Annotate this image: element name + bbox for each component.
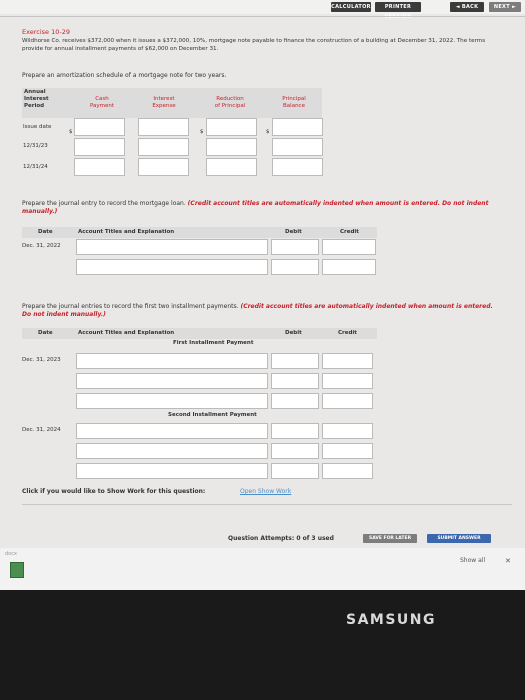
next-button[interactable]: NEXT ► (489, 2, 521, 12)
row-label-issue-date: Issue date (23, 124, 52, 130)
currency-symbol: $ (69, 129, 73, 135)
back-button[interactable]: ◄ BACK (450, 2, 484, 12)
journal2-debit-input-5[interactable] (271, 443, 319, 459)
journal1-header-date: Date (38, 229, 53, 235)
header-reduction-principal: Reduction of Principal (214, 96, 246, 109)
journal1-account-input-1[interactable] (76, 239, 268, 255)
row-label-2024: 12/31/24 (23, 164, 48, 170)
save-for-later-button[interactable]: SAVE FOR LATER (363, 534, 417, 543)
exercise-title: Exercise 10-29 (22, 28, 71, 36)
journal1-debit-input-1[interactable] (271, 239, 319, 255)
journal1-instruction-block: Prepare the journal entry to record the … (22, 200, 502, 216)
header-cash-payment: Cash Payment (89, 96, 115, 109)
submit-answer-button[interactable]: SUBMIT ANSWER (427, 534, 491, 543)
journal2-debit-input-6[interactable] (271, 463, 319, 479)
header-annual-interest-period: Annual Interest Period (24, 89, 49, 109)
close-icon[interactable]: ✕ (505, 557, 511, 565)
journal2-date-2023: Dec. 31, 2023 (22, 357, 61, 363)
calculator-button[interactable]: CALCULATOR (331, 2, 371, 12)
exercise-description: Wildhorse Co. receives $372,000 when it … (22, 38, 486, 52)
journal2-debit-input-3[interactable] (271, 393, 319, 409)
journal1-debit-input-2[interactable] (271, 259, 319, 275)
row-label-2023: 12/31/23 (23, 143, 48, 149)
journal1-header-account: Account Titles and Explanation (78, 229, 175, 235)
downloads-bar: docx Show all ✕ (0, 548, 525, 590)
reduction-input-2024[interactable] (206, 158, 257, 176)
interest-expense-input-2023[interactable] (138, 138, 189, 156)
journal2-debit-input-1[interactable] (271, 353, 319, 369)
header-interest-expense: Interest Expense (152, 96, 176, 109)
browser-screen: CALCULATOR PRINTER VERSION ◄ BACK NEXT ►… (0, 0, 525, 590)
journal2-header-date: Date (38, 330, 53, 336)
device-brand-logo: SAMSUNG (346, 612, 437, 628)
interest-expense-input-2024[interactable] (138, 158, 189, 176)
printer-version-button[interactable]: PRINTER VERSION (375, 2, 421, 20)
journal2-header (22, 328, 377, 339)
divider (22, 504, 512, 505)
journal2-debit-input-2[interactable] (271, 373, 319, 389)
journal1-credit-input-1[interactable] (322, 239, 376, 255)
journal2-header-credit: Credit (338, 330, 357, 336)
file-icon[interactable] (10, 562, 24, 578)
currency-symbol: $ (200, 129, 204, 135)
divider (0, 16, 525, 17)
cash-payment-input-issue[interactable] (74, 118, 125, 136)
top-toolbar: CALCULATOR PRINTER VERSION ◄ BACK NEXT ► (0, 0, 525, 20)
show-all-link[interactable]: Show all (460, 557, 485, 564)
journal2-account-input-4[interactable] (76, 423, 268, 439)
principal-balance-input-2024[interactable] (272, 158, 323, 176)
reduction-input-issue[interactable] (206, 118, 257, 136)
journal2-account-input-3[interactable] (76, 393, 268, 409)
cash-payment-input-2023[interactable] (74, 138, 125, 156)
journal2-header-account: Account Titles and Explanation (78, 330, 175, 336)
journal2-header-debit: Debit (285, 330, 302, 336)
header-principal-balance: Principal Balance (282, 96, 306, 109)
principal-balance-input-2023[interactable] (272, 138, 323, 156)
journal1-instruction: Prepare the journal entry to record the … (22, 200, 186, 207)
interest-expense-input-issue[interactable] (138, 118, 189, 136)
question-attempts: Question Attempts: 0 of 3 used (228, 535, 334, 542)
journal2-credit-input-6[interactable] (322, 463, 373, 479)
journal2-account-input-2[interactable] (76, 373, 268, 389)
journal2-credit-input-2[interactable] (322, 373, 373, 389)
currency-symbol: $ (266, 129, 270, 135)
open-show-work-link[interactable]: Open Show Work (240, 488, 291, 495)
journal1-credit-input-2[interactable] (322, 259, 376, 275)
journal2-credit-input-5[interactable] (322, 443, 373, 459)
journal1-account-input-2[interactable] (76, 259, 268, 275)
journal2-credit-input-4[interactable] (322, 423, 373, 439)
journal2-account-input-6[interactable] (76, 463, 268, 479)
principal-balance-input-issue[interactable] (272, 118, 323, 136)
journal2-instruction: Prepare the journal entries to record th… (22, 303, 239, 310)
journal2-debit-input-4[interactable] (271, 423, 319, 439)
first-installment-label: First Installment Payment (173, 340, 254, 346)
journal1-header-credit: Credit (340, 229, 359, 235)
journal2-credit-input-3[interactable] (322, 393, 373, 409)
journal2-account-input-1[interactable] (76, 353, 268, 369)
journal2-instruction-block: Prepare the journal entries to record th… (22, 303, 502, 319)
journal1-header (22, 227, 377, 238)
journal2-credit-input-1[interactable] (322, 353, 373, 369)
amortization-table: Annual Interest Period Cash Payment Inte… (22, 88, 323, 186)
download-file-label[interactable]: docx (5, 551, 17, 557)
amortization-instruction: Prepare an amortization schedule of a mo… (22, 72, 227, 79)
show-work-prompt: Click if you would like to Show Work for… (22, 488, 206, 495)
journal1-date: Dec. 31, 2022 (22, 243, 61, 249)
reduction-input-2023[interactable] (206, 138, 257, 156)
cash-payment-input-2024[interactable] (74, 158, 125, 176)
journal2-account-input-5[interactable] (76, 443, 268, 459)
journal1-header-debit: Debit (285, 229, 302, 235)
journal2-date-2024: Dec. 31, 2024 (22, 427, 61, 433)
second-installment-label: Second Installment Payment (168, 412, 257, 418)
